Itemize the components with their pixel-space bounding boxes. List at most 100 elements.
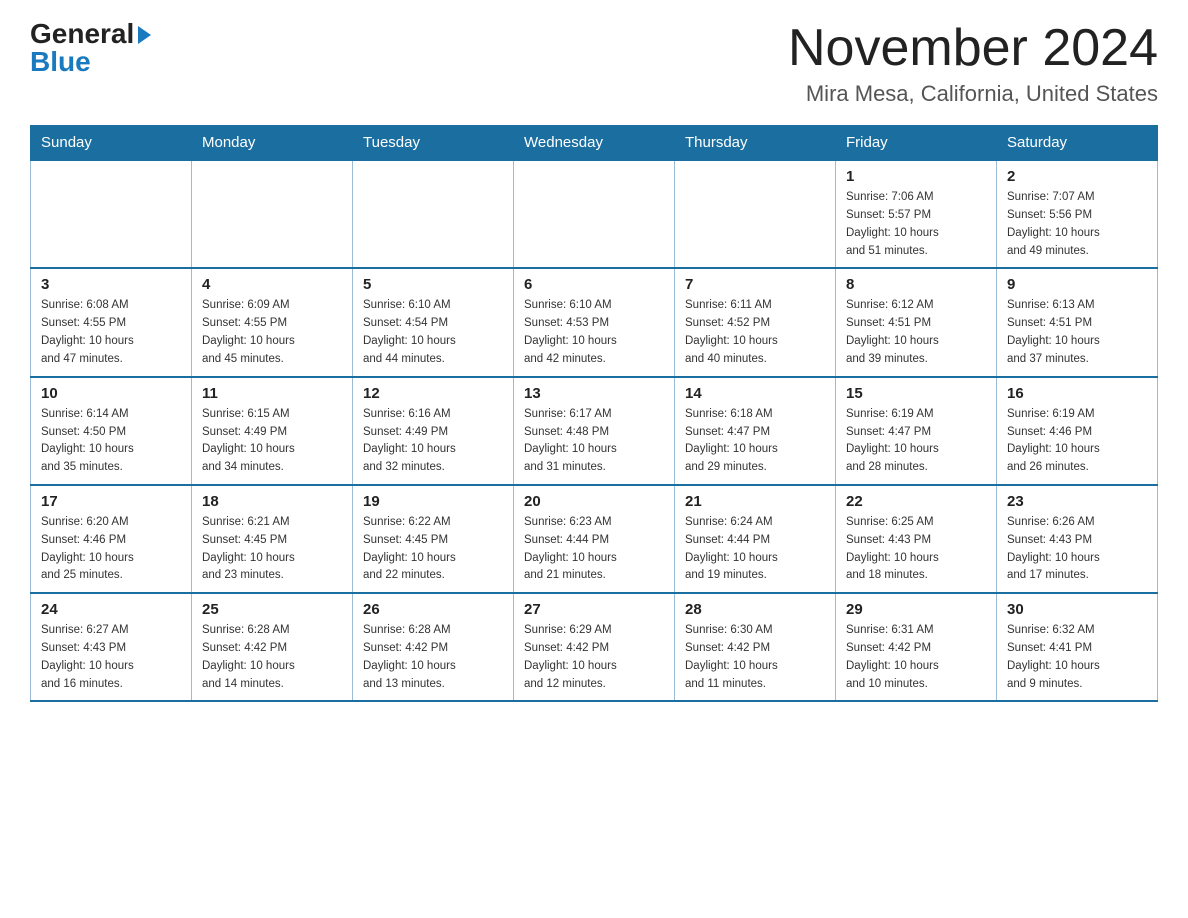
- day-number: 1: [846, 168, 986, 185]
- day-number: 25: [202, 601, 342, 618]
- page-header: General Blue November 2024 Mira Mesa, Ca…: [30, 20, 1158, 107]
- day-info: Sunrise: 6:19 AM Sunset: 4:46 PM Dayligh…: [1007, 406, 1147, 477]
- month-title: November 2024: [788, 20, 1158, 77]
- calendar-cell: 1 Sunrise: 7:06 AM Sunset: 5:57 PM Daylig…: [836, 160, 997, 268]
- calendar-week-row: 24 Sunrise: 6:27 AM Sunset: 4:43 PM Dayli…: [31, 593, 1158, 701]
- day-number: 13: [524, 385, 664, 402]
- calendar-cell: [31, 160, 192, 268]
- day-info: Sunrise: 6:15 AM Sunset: 4:49 PM Dayligh…: [202, 406, 342, 477]
- day-number: 15: [846, 385, 986, 402]
- calendar-week-row: 3Sunrise: 6:08 AM Sunset: 4:55 PM Daylig…: [31, 268, 1158, 376]
- day-number: 21: [685, 493, 825, 510]
- calendar-cell: 5 Sunrise: 6:10 AM Sunset: 4:54 PM Daylig…: [353, 268, 514, 376]
- day-info: Sunrise: 6:29 AM Sunset: 4:42 PM Dayligh…: [524, 622, 664, 693]
- calendar-cell: 28 Sunrise: 6:30 AM Sunset: 4:42 PM Dayli…: [675, 593, 836, 701]
- day-of-week-header: Monday: [192, 126, 353, 161]
- day-number: 9: [1007, 276, 1147, 293]
- day-number: 7: [685, 276, 825, 293]
- day-info: Sunrise: 6:30 AM Sunset: 4:42 PM Dayligh…: [685, 622, 825, 693]
- day-info: Sunrise: 6:13 AM Sunset: 4:51 PM Dayligh…: [1007, 297, 1147, 368]
- calendar-cell: [675, 160, 836, 268]
- day-number: 19: [363, 493, 503, 510]
- day-info: Sunrise: 6:27 AM Sunset: 4:43 PM Dayligh…: [41, 622, 181, 693]
- calendar-cell: 20 Sunrise: 6:23 AM Sunset: 4:44 PM Dayli…: [514, 485, 675, 593]
- calendar-header-row: SundayMondayTuesdayWednesdayThursdayFrid…: [31, 126, 1158, 161]
- day-of-week-header: Sunday: [31, 126, 192, 161]
- day-info: Sunrise: 6:32 AM Sunset: 4:41 PM Dayligh…: [1007, 622, 1147, 693]
- calendar-cell: 30 Sunrise: 6:32 AM Sunset: 4:41 PM Dayli…: [997, 593, 1158, 701]
- day-info: Sunrise: 6:26 AM Sunset: 4:43 PM Dayligh…: [1007, 514, 1147, 585]
- day-info: Sunrise: 6:20 AM Sunset: 4:46 PM Dayligh…: [41, 514, 181, 585]
- title-area: November 2024 Mira Mesa, California, Uni…: [788, 20, 1158, 107]
- day-number: 5: [363, 276, 503, 293]
- calendar-cell: 4 Sunrise: 6:09 AM Sunset: 4:55 PM Daylig…: [192, 268, 353, 376]
- day-info: Sunrise: 6:16 AM Sunset: 4:49 PM Dayligh…: [363, 406, 503, 477]
- day-number: 12: [363, 385, 503, 402]
- calendar-cell: 12 Sunrise: 6:16 AM Sunset: 4:49 PM Dayli…: [353, 377, 514, 485]
- calendar-cell: 7 Sunrise: 6:11 AM Sunset: 4:52 PM Daylig…: [675, 268, 836, 376]
- day-info: Sunrise: 6:12 AM Sunset: 4:51 PM Dayligh…: [846, 297, 986, 368]
- day-number: 27: [524, 601, 664, 618]
- calendar-cell: [192, 160, 353, 268]
- calendar-cell: [514, 160, 675, 268]
- day-info: Sunrise: 6:28 AM Sunset: 4:42 PM Dayligh…: [363, 622, 503, 693]
- day-info: Sunrise: 6:18 AM Sunset: 4:47 PM Dayligh…: [685, 406, 825, 477]
- calendar-cell: 9 Sunrise: 6:13 AM Sunset: 4:51 PM Daylig…: [997, 268, 1158, 376]
- day-info: Sunrise: 7:06 AM Sunset: 5:57 PM Dayligh…: [846, 189, 986, 260]
- day-number: 30: [1007, 601, 1147, 618]
- day-number: 26: [363, 601, 503, 618]
- logo-general-text: General: [30, 20, 134, 48]
- day-info: Sunrise: 6:10 AM Sunset: 4:53 PM Dayligh…: [524, 297, 664, 368]
- calendar-cell: 11 Sunrise: 6:15 AM Sunset: 4:49 PM Dayli…: [192, 377, 353, 485]
- calendar-cell: 19 Sunrise: 6:22 AM Sunset: 4:45 PM Dayli…: [353, 485, 514, 593]
- calendar-cell: 27 Sunrise: 6:29 AM Sunset: 4:42 PM Dayli…: [514, 593, 675, 701]
- day-number: 6: [524, 276, 664, 293]
- day-number: 23: [1007, 493, 1147, 510]
- calendar-cell: 26 Sunrise: 6:28 AM Sunset: 4:42 PM Dayli…: [353, 593, 514, 701]
- calendar-cell: 24 Sunrise: 6:27 AM Sunset: 4:43 PM Dayli…: [31, 593, 192, 701]
- day-info: Sunrise: 6:11 AM Sunset: 4:52 PM Dayligh…: [685, 297, 825, 368]
- day-info: Sunrise: 6:19 AM Sunset: 4:47 PM Dayligh…: [846, 406, 986, 477]
- day-info: Sunrise: 6:09 AM Sunset: 4:55 PM Dayligh…: [202, 297, 342, 368]
- calendar-cell: 3Sunrise: 6:08 AM Sunset: 4:55 PM Daylig…: [31, 268, 192, 376]
- logo-blue-text: Blue: [30, 48, 91, 76]
- location-title: Mira Mesa, California, United States: [788, 81, 1158, 107]
- day-of-week-header: Wednesday: [514, 126, 675, 161]
- calendar-cell: 18Sunrise: 6:21 AM Sunset: 4:45 PM Dayli…: [192, 485, 353, 593]
- calendar-cell: 13 Sunrise: 6:17 AM Sunset: 4:48 PM Dayli…: [514, 377, 675, 485]
- logo-triangle-icon: [138, 26, 151, 44]
- calendar-week-row: 1 Sunrise: 7:06 AM Sunset: 5:57 PM Daylig…: [31, 160, 1158, 268]
- day-number: 18: [202, 493, 342, 510]
- day-of-week-header: Thursday: [675, 126, 836, 161]
- day-number: 28: [685, 601, 825, 618]
- day-info: Sunrise: 6:28 AM Sunset: 4:42 PM Dayligh…: [202, 622, 342, 693]
- day-info: Sunrise: 6:25 AM Sunset: 4:43 PM Dayligh…: [846, 514, 986, 585]
- day-number: 14: [685, 385, 825, 402]
- calendar-cell: 21 Sunrise: 6:24 AM Sunset: 4:44 PM Dayli…: [675, 485, 836, 593]
- day-info: Sunrise: 6:22 AM Sunset: 4:45 PM Dayligh…: [363, 514, 503, 585]
- day-number: 20: [524, 493, 664, 510]
- day-info: Sunrise: 6:10 AM Sunset: 4:54 PM Dayligh…: [363, 297, 503, 368]
- day-number: 2: [1007, 168, 1147, 185]
- day-info: Sunrise: 6:31 AM Sunset: 4:42 PM Dayligh…: [846, 622, 986, 693]
- day-number: 4: [202, 276, 342, 293]
- day-info: Sunrise: 7:07 AM Sunset: 5:56 PM Dayligh…: [1007, 189, 1147, 260]
- day-info: Sunrise: 6:08 AM Sunset: 4:55 PM Dayligh…: [41, 297, 181, 368]
- day-info: Sunrise: 6:17 AM Sunset: 4:48 PM Dayligh…: [524, 406, 664, 477]
- day-info: Sunrise: 6:24 AM Sunset: 4:44 PM Dayligh…: [685, 514, 825, 585]
- calendar-cell: 2 Sunrise: 7:07 AM Sunset: 5:56 PM Daylig…: [997, 160, 1158, 268]
- day-of-week-header: Tuesday: [353, 126, 514, 161]
- calendar-cell: 29Sunrise: 6:31 AM Sunset: 4:42 PM Dayli…: [836, 593, 997, 701]
- day-info: Sunrise: 6:14 AM Sunset: 4:50 PM Dayligh…: [41, 406, 181, 477]
- day-info: Sunrise: 6:23 AM Sunset: 4:44 PM Dayligh…: [524, 514, 664, 585]
- day-number: 11: [202, 385, 342, 402]
- calendar-cell: 22Sunrise: 6:25 AM Sunset: 4:43 PM Dayli…: [836, 485, 997, 593]
- day-number: 8: [846, 276, 986, 293]
- calendar-cell: 14 Sunrise: 6:18 AM Sunset: 4:47 PM Dayli…: [675, 377, 836, 485]
- calendar-cell: 15 Sunrise: 6:19 AM Sunset: 4:47 PM Dayli…: [836, 377, 997, 485]
- day-of-week-header: Friday: [836, 126, 997, 161]
- calendar-cell: 6 Sunrise: 6:10 AM Sunset: 4:53 PM Daylig…: [514, 268, 675, 376]
- calendar-cell: 16Sunrise: 6:19 AM Sunset: 4:46 PM Dayli…: [997, 377, 1158, 485]
- calendar-table: SundayMondayTuesdayWednesdayThursdayFrid…: [30, 125, 1158, 702]
- day-number: 24: [41, 601, 181, 618]
